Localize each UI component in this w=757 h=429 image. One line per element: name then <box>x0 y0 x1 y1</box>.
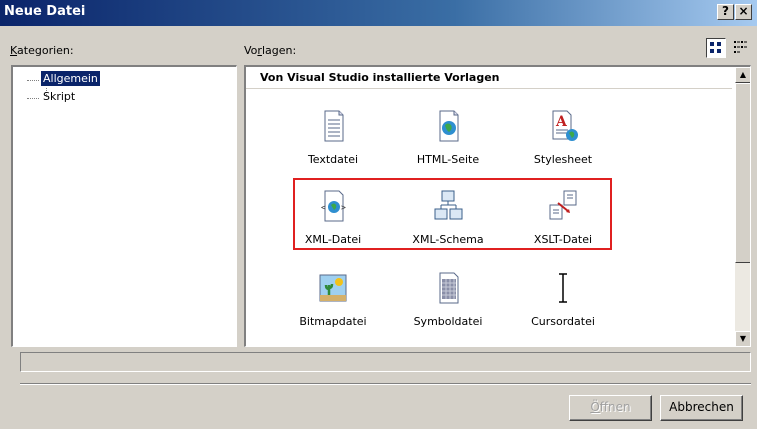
small-icons-view-icon <box>734 41 747 53</box>
scroll-thumb[interactable] <box>735 83 750 263</box>
stylesheet-icon: A <box>552 110 578 141</box>
templates-list[interactable]: Von Visual Studio installierte Vorlagen … <box>244 65 751 347</box>
template-label: Stylesheet <box>533 153 593 166</box>
scroll-up-button[interactable]: ▲ <box>735 67 750 83</box>
template-cursordatei[interactable]: Cursordatei <box>513 271 613 328</box>
templates-label: Vorlagen: <box>244 44 297 57</box>
close-button[interactable]: × <box>735 4 752 20</box>
bitmap-file-icon <box>319 274 347 302</box>
tree-item-allgemein[interactable]: Allgemein <box>27 70 101 89</box>
title-bar[interactable]: Neue Datei ? × <box>0 0 757 26</box>
categories-tree[interactable]: Allgemein Skript <box>11 65 237 347</box>
template-label: Textdatei <box>307 153 359 166</box>
html-page-icon <box>439 110 459 142</box>
template-label: HTML-Seite <box>416 153 480 166</box>
template-label: Bitmapdatei <box>299 315 367 328</box>
template-bitmapdatei[interactable]: Bitmapdatei <box>283 271 383 328</box>
template-html-seite[interactable]: HTML-Seite <box>398 109 498 166</box>
section-header: Von Visual Studio installierte Vorlagen <box>246 67 732 89</box>
tree-branch <box>27 98 39 99</box>
template-label: Symboldatei <box>413 315 483 328</box>
large-icons-view-button[interactable] <box>706 38 726 58</box>
cancel-button[interactable]: Abbrechen <box>660 395 743 421</box>
large-icons-view-icon <box>710 42 721 53</box>
tree-branch <box>27 80 39 81</box>
tree-item-label: Skript <box>43 90 76 103</box>
help-button[interactable]: ? <box>717 4 734 20</box>
window-title: Neue Datei <box>4 4 86 19</box>
tree-item-skript[interactable]: Skript <box>27 89 100 107</box>
highlight-box <box>293 178 612 250</box>
tree-item-label: Allgemein <box>40 70 101 87</box>
vertical-scrollbar[interactable]: ▲ ▼ <box>735 67 750 346</box>
text-file-icon <box>324 110 344 142</box>
description-bar <box>20 352 751 372</box>
template-textdatei[interactable]: Textdatei <box>283 109 383 166</box>
template-symboldatei[interactable]: Symboldatei <box>398 271 498 328</box>
categories-label: Kategorien: <box>10 44 74 57</box>
icon-file-icon <box>439 272 459 304</box>
template-label: Cursordatei <box>531 315 595 328</box>
cursor-file-icon <box>559 273 567 303</box>
small-icons-view-button[interactable] <box>730 38 750 58</box>
separator <box>20 383 751 385</box>
scroll-down-button[interactable]: ▼ <box>735 331 750 346</box>
template-stylesheet[interactable]: A Stylesheet <box>513 109 613 166</box>
tree: Allgemein Skript <box>27 70 101 107</box>
open-button[interactable]: Öffnen <box>569 395 652 421</box>
svg-text:A: A <box>555 114 568 130</box>
